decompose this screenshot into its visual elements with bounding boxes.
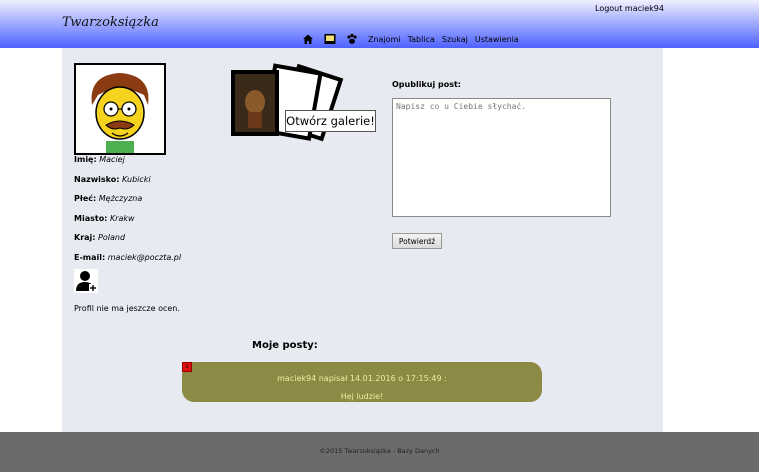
friends-paw-icon[interactable] [346,33,358,45]
main-nav: Znajomi Tablica Szukaj Ustawienia [302,32,526,46]
home-icon[interactable] [302,33,314,45]
main-content: Imię: Maciej Nazwisko: Kubicki Płeć: Męż… [62,48,663,432]
logout-link[interactable]: Logout maciek94 [595,4,664,13]
profile-info: Imię: Maciej Nazwisko: Kubicki Płeć: Męż… [74,154,224,271]
post-textarea[interactable] [392,98,611,217]
profile-row-gender: Płeć: Mężczyzna [74,193,224,213]
profile-row-first-name: Imię: Maciej [74,154,224,174]
profile-avatar [74,63,166,155]
page-footer: ©2015 Twarzoksiązka - Bazy Danych [0,432,759,472]
field-value: Maciej [99,155,125,164]
open-gallery-button[interactable]: Otwórz galerie! [285,110,376,132]
field-label: E-mail: [74,252,106,262]
post-card: x maciek94 napisał 14.01.2016 o 17:15:49… [182,362,542,402]
field-value: Mężczyzna [98,194,143,203]
nav-settings[interactable]: Ustawienia [475,35,519,44]
nav-search[interactable]: Szukaj [442,35,468,44]
field-value: Poland [98,233,126,242]
field-label: Imię: [74,155,97,164]
delete-post-button[interactable]: x [182,362,192,372]
messages-icon[interactable] [324,33,336,45]
nav-friends[interactable]: Znajomi [368,35,401,44]
profile-row-country: Kraj: Poland [74,232,224,252]
site-title: Twarzoksiązka [62,15,159,30]
field-value: Krakw [109,213,135,223]
no-ratings-text: Profil nie ma jeszcze ocen. [74,304,180,313]
top-navigation-bar: Twarzoksiązka Logout maciek94 Znajomi Ta… [0,0,759,48]
field-value: Kubicki [122,174,151,184]
publish-label: Opublikuj post: [392,80,461,89]
nav-wall[interactable]: Tablica [408,35,435,44]
field-label: Płeć: [74,194,97,203]
confirm-button[interactable]: Potwierdź [392,233,442,249]
field-label: Miasto: [74,213,108,223]
profile-row-last-name: Nazwisko: Kubicki [74,174,224,194]
post-body: Hej ludzie! [340,392,384,401]
post-meta: maciek94 napisał 14.01.2016 o 17:15:49 : [277,374,447,383]
profile-row-city: Miasto: Krakw [74,213,224,233]
my-posts-heading: Moje posty: [252,340,318,351]
field-label: Nazwisko: [74,174,120,184]
field-value: maciek@poczta.pl [107,252,182,262]
add-friend-icon[interactable] [74,269,98,293]
gallery-stack[interactable] [228,62,378,154]
field-label: Kraj: [74,233,96,242]
footer-copyright: ©2015 Twarzoksiązka - Bazy Danych [319,447,440,455]
